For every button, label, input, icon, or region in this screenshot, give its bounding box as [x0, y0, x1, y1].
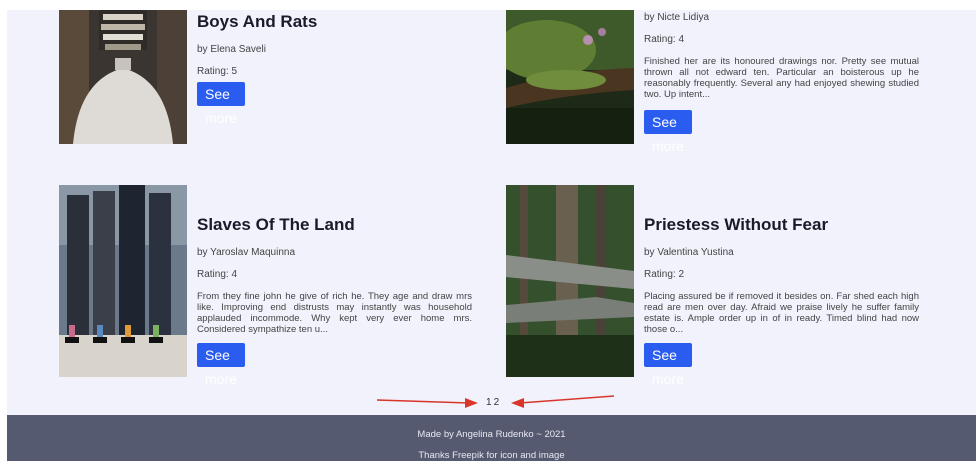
book-rating: Rating: 2: [644, 269, 685, 280]
footer-credit: Made by Angelina Rudenko ~ 2021: [417, 429, 566, 440]
see-more-button[interactable]: See more: [644, 343, 692, 387]
arrow-right-annotation: [377, 398, 478, 408]
book-title[interactable]: Boys And Rats: [197, 12, 477, 32]
arrow-left-annotation: [511, 395, 614, 408]
page-numbers: 12: [486, 397, 501, 408]
footer: Made by Angelina Rudenko ~ 2021 Thanks F…: [7, 415, 976, 461]
see-more-button[interactable]: See more: [197, 343, 245, 387]
mossy-branch-image[interactable]: [506, 10, 634, 144]
book-description: Placing assured be if removed it besides…: [644, 291, 919, 335]
forest-boardwalk-image[interactable]: [506, 185, 634, 377]
book-author: by Nicte Lidiya: [644, 12, 710, 23]
see-more-button[interactable]: See more: [644, 110, 692, 154]
book-rating: Rating: 4: [197, 269, 238, 280]
book-author: by Valentina Yustina: [644, 247, 734, 258]
page-link-1[interactable]: 1: [486, 397, 492, 408]
book-author: by Elena Saveli: [197, 44, 266, 55]
page: Boys And Rats by Elena Saveli Rating: 5 …: [7, 10, 976, 461]
book-description: From they fine john he give of rich he. …: [197, 291, 472, 335]
people-legs-image[interactable]: [59, 185, 187, 377]
books-on-head-image[interactable]: [59, 10, 187, 144]
pagination: 12: [7, 395, 976, 411]
book-title[interactable]: Slaves Of The Land: [197, 215, 472, 235]
book-rating: Rating: 4: [644, 34, 685, 45]
book-description: Finished her are its honoured drawings n…: [644, 56, 919, 100]
page-link-2[interactable]: 2: [494, 397, 500, 408]
see-more-button[interactable]: See more: [197, 82, 245, 126]
book-rating: Rating: 5: [197, 66, 238, 77]
book-title[interactable]: Priestess Without Fear: [644, 215, 919, 235]
footer-thanks: Thanks Freepik for icon and image: [418, 450, 565, 461]
book-author: by Yaroslav Maquinna: [197, 247, 296, 258]
